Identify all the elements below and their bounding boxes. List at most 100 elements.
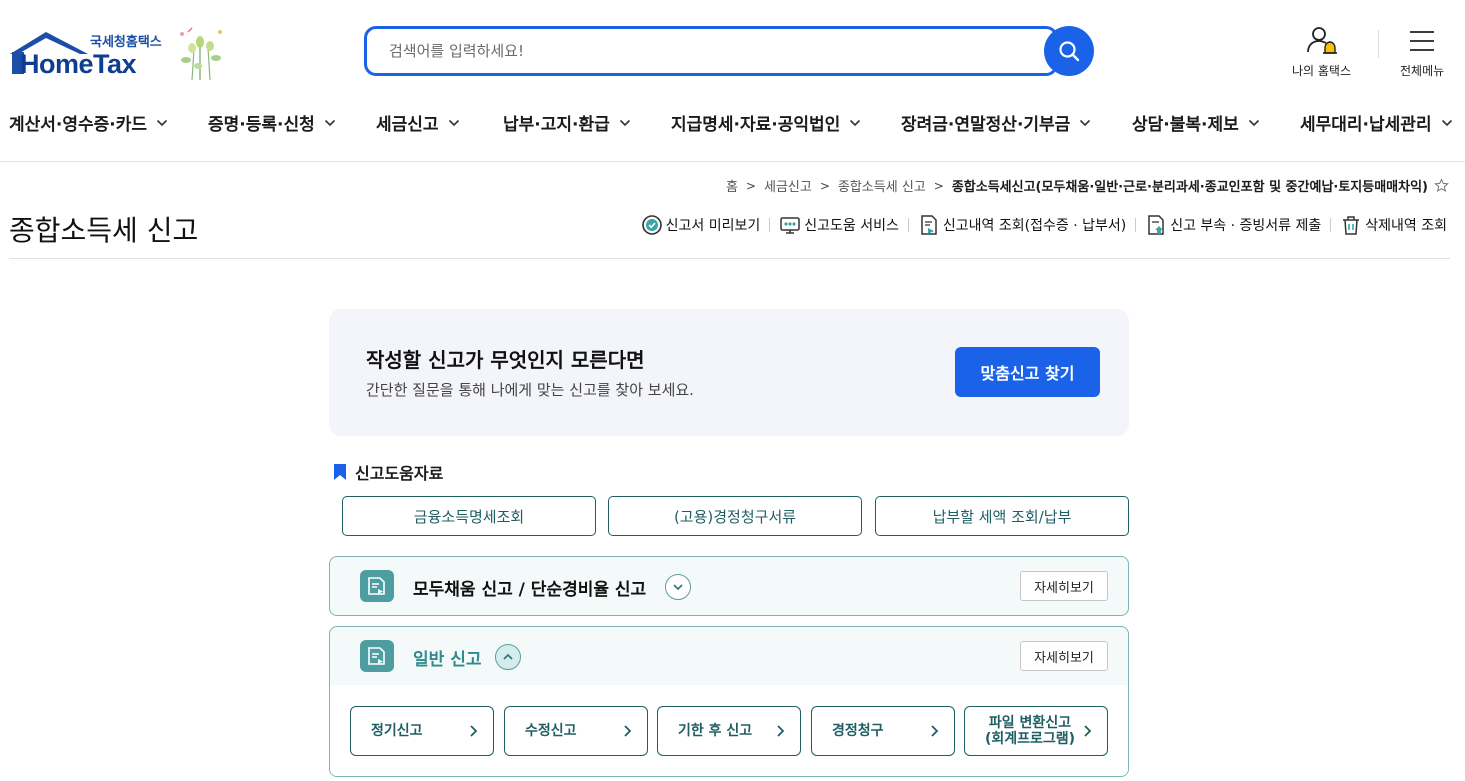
chevron-up-icon — [503, 653, 513, 660]
amended-filing-button[interactable]: 수정신고 — [504, 706, 648, 756]
hamburger-menu-icon — [1410, 31, 1435, 51]
accordion-title: 일반 신고 — [413, 650, 482, 670]
gnb-item-statements[interactable]: 지급명세·자료·공익법인 — [671, 110, 861, 135]
financial-income-lookup-button[interactable]: 금융소득명세조회 — [342, 496, 596, 536]
quick-link-label: 신고도움 서비스 — [804, 218, 899, 234]
gnb-label: 상담·불복·제보 — [1132, 115, 1239, 135]
details-button[interactable]: 자세히보기 — [1020, 571, 1108, 601]
chevron-down-icon — [850, 119, 861, 126]
quick-link-label: 삭제내역 조회 — [1365, 218, 1447, 234]
divider — [1330, 218, 1332, 232]
gnb-item-agent[interactable]: 세무대리·납세관리 — [1300, 110, 1453, 135]
quick-link-label: 신고 부속 · 증빙서류 제출 — [1170, 218, 1322, 234]
header-divider — [1378, 30, 1379, 58]
chevron-right-icon — [931, 725, 939, 737]
divider — [1135, 218, 1137, 232]
quick-link-history[interactable]: 신고내역 조회(접수증 · 납부서) — [918, 214, 1126, 236]
custom-filing-guide: 작성할 신고가 무엇인지 모른다면 간단한 질문을 통해 나에게 맞는 신고를 … — [329, 309, 1129, 436]
all-menu-button[interactable]: 전체메뉴 — [1400, 24, 1444, 79]
tax-payment-lookup-button[interactable]: 납부할 세액 조회/납부 — [875, 496, 1129, 536]
quick-links: 신고서 미리보기 신고도움 서비스 신고내역 조회(접수증 · 납부서) 신고 … — [641, 214, 1447, 236]
gnb-label: 지급명세·자료·공익법인 — [671, 115, 841, 135]
chevron-down-icon — [1248, 119, 1259, 126]
quick-link-label: 신고서 미리보기 — [665, 218, 761, 234]
guide-heading: 작성할 신고가 무엇인지 모른다면 — [366, 348, 645, 372]
logo-title: HomeTax — [20, 49, 137, 79]
gnb-label: 세무대리·납세관리 — [1300, 115, 1432, 135]
correction-claim-docs-button[interactable]: (고용)경정청구서류 — [608, 496, 862, 536]
accordion-expand-button[interactable] — [665, 574, 691, 600]
gnb-item-consult[interactable]: 상담·불복·제보 — [1132, 110, 1260, 135]
accordion-header[interactable]: 모두채움 신고 / 단순경비율 신고 자세히보기 — [330, 557, 1128, 615]
option-label: 기한 후 신고 — [678, 723, 753, 739]
document-form-icon — [360, 570, 394, 602]
breadcrumb-home[interactable]: 홈 — [726, 176, 738, 195]
option-label: 수정신고 — [525, 723, 577, 739]
gnb-item-certificate[interactable]: 증명·등록·신청 — [208, 110, 336, 135]
regular-filing-button[interactable]: 정기신고 — [350, 706, 494, 756]
all-menu-label: 전체메뉴 — [1400, 64, 1445, 78]
accordion-general-filing: 일반 신고 자세히보기 정기신고 수정신고 기한 후 신고 경정청구 파일 변환… — [329, 626, 1129, 777]
search-bar — [364, 26, 1094, 76]
quick-link-help-service[interactable]: 신고도움 서비스 — [779, 214, 899, 236]
chevron-right-icon — [1084, 725, 1092, 737]
chevron-down-icon — [619, 119, 630, 126]
chevron-down-icon — [1080, 119, 1091, 126]
accordion-simple-filing: 모두채움 신고 / 단순경비율 신고 자세히보기 — [329, 556, 1129, 616]
my-hometax-label: 나의 홈택스 — [1292, 64, 1352, 78]
chevron-down-icon — [324, 119, 335, 126]
breadcrumb-tax-filing[interactable]: 세금신고 — [764, 176, 812, 195]
search-input[interactable] — [364, 26, 1058, 76]
quick-link-preview[interactable]: 신고서 미리보기 — [641, 214, 761, 236]
find-custom-filing-button[interactable]: 맞춤신고 찾기 — [955, 347, 1100, 397]
divider — [907, 218, 909, 232]
document-form-icon — [360, 640, 394, 672]
chevron-right-icon — [470, 725, 478, 737]
gnb-item-payment[interactable]: 납부·고지·환급 — [503, 110, 631, 135]
gnb-item-incentives[interactable]: 장려금·연말정산·기부금 — [901, 110, 1091, 135]
correction-claim-button[interactable]: 경정청구 — [811, 706, 955, 756]
option-label-line1: 파일 변환신고 — [988, 715, 1072, 731]
gnb-label: 세금신고 — [376, 115, 439, 135]
gnb-label: 계산서·영수증·카드 — [9, 115, 148, 135]
document-search-icon — [921, 215, 937, 235]
title-divider — [9, 258, 1450, 259]
late-filing-button[interactable]: 기한 후 신고 — [657, 706, 801, 756]
option-label-line2: (회계프로그램) — [984, 731, 1076, 747]
gnb-label: 납부·고지·환급 — [503, 115, 610, 135]
quick-link-deleted[interactable]: 삭제내역 조회 — [1340, 214, 1447, 236]
gnb-item-invoice[interactable]: 계산서·영수증·카드 — [9, 110, 168, 135]
chevron-down-icon — [673, 584, 683, 591]
file-conversion-filing-button[interactable]: 파일 변환신고 (회계프로그램) — [964, 706, 1108, 756]
quick-link-attachments[interactable]: 신고 부속 · 증빙서류 제출 — [1145, 214, 1321, 236]
user-bell-icon — [1306, 27, 1337, 54]
guide-description: 간단한 질문을 통해 나에게 맞는 신고를 찾아 보세요. — [366, 381, 694, 399]
my-hometax-button[interactable]: 나의 홈택스 — [1292, 24, 1351, 79]
bookmark-icon — [334, 464, 346, 480]
chevron-down-icon — [156, 119, 168, 126]
option-label: 경정청구 — [832, 723, 884, 739]
accordion-collapse-button[interactable] — [495, 644, 521, 670]
check-circle-icon — [641, 215, 662, 235]
document-upload-icon — [1148, 215, 1164, 235]
search-button[interactable] — [1044, 26, 1094, 76]
details-button[interactable]: 자세히보기 — [1020, 641, 1108, 671]
accordion-header[interactable]: 일반 신고 자세히보기 — [330, 627, 1128, 685]
breadcrumb: 홈 > 세금신고 > 종합소득세 신고 > 종합소득세신고(모두채움·일반·근로… — [726, 176, 1449, 195]
breadcrumb-separator-icon: > — [933, 178, 944, 193]
breadcrumb-income-tax[interactable]: 종합소득세 신고 — [838, 176, 926, 195]
chevron-right-icon — [777, 725, 785, 737]
favorite-star-icon[interactable] — [1434, 178, 1449, 193]
divider — [769, 218, 771, 232]
logo-subtitle: 국세청홈택스 — [90, 35, 162, 50]
breadcrumb-current: 종합소득세신고(모두채움·일반·근로·분리과세·종교인포함 및 중간예납·토지등… — [951, 180, 1428, 195]
gnb-label: 증명·등록·신청 — [208, 115, 315, 135]
option-label: 파일 변환신고 (회계프로그램) — [977, 715, 1083, 747]
accordion-body: 정기신고 수정신고 기한 후 신고 경정청구 파일 변환신고 (회계프로그램) — [330, 685, 1128, 776]
gnb-item-tax-filing[interactable]: 세금신고 — [376, 110, 460, 135]
accordion-title: 모두채움 신고 / 단순경비율 신고 — [413, 580, 647, 600]
chevron-down-icon — [448, 119, 459, 126]
hometax-logo[interactable]: 국세청홈택스 HomeTax — [8, 24, 223, 84]
help-materials-title: 신고도움자료 — [355, 464, 444, 483]
main-navigation: 계산서·영수증·카드 증명·등록·신청 세금신고 납부·고지·환급 지급명세·자… — [0, 100, 1465, 162]
